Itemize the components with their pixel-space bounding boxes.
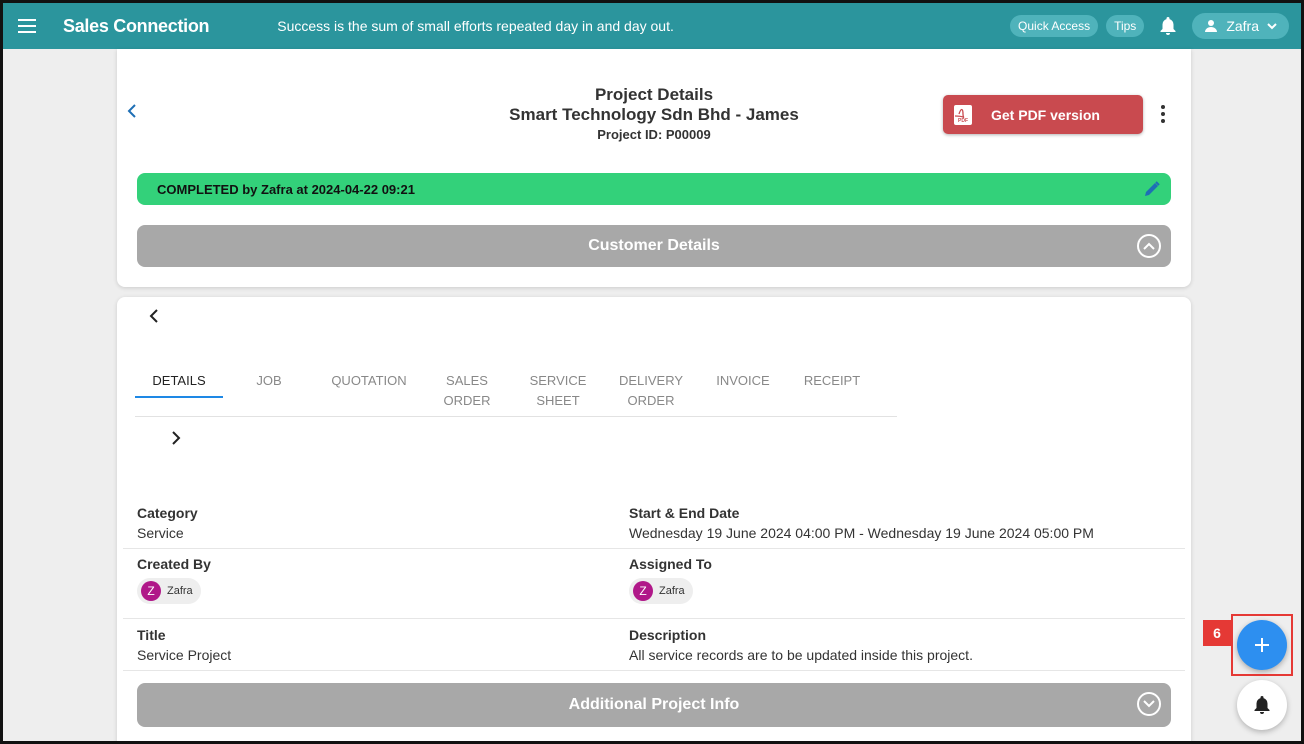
project-header: Project Details Smart Technology Sdn Bhd…	[417, 85, 891, 142]
assigned-to-label: Assigned To	[629, 556, 712, 572]
active-tab-indicator	[135, 396, 223, 398]
description-label: Description	[629, 627, 707, 643]
app-title[interactable]: Sales Connection	[63, 16, 210, 37]
page-title: Project Details	[594, 85, 714, 104]
edit-pencil-icon[interactable]	[1143, 180, 1161, 201]
details-row-people: Created By Z Zafra Assigned To Z Zafra	[123, 554, 1185, 619]
tab-invoice[interactable]: INVOICE	[711, 371, 775, 391]
category-value: Service	[137, 525, 184, 541]
additional-info-toggle[interactable]: Additional Project Info	[137, 683, 1171, 727]
description-field: Description All service records are to b…	[629, 625, 973, 665]
hamburger-menu-icon[interactable]	[7, 3, 47, 49]
chevron-down-icon	[1137, 692, 1161, 716]
status-text: COMPLETED by Zafra at 2024-04-22 09:21	[157, 181, 415, 197]
details-row-title: Title Service Project Description All se…	[123, 625, 1185, 671]
assigned-to-name: Zafra	[659, 585, 685, 597]
project-header-card: Project Details Smart Technology Sdn Bhd…	[117, 49, 1191, 287]
category-label: Category	[137, 505, 198, 521]
assigned-to-chip[interactable]: Z Zafra	[629, 578, 693, 604]
tabs-scroll-right-icon[interactable]	[171, 429, 181, 450]
user-menu-button[interactable]: Zafra	[1192, 13, 1289, 39]
app-window: Sales Connection Success is the sum of s…	[0, 0, 1304, 744]
created-by-field: Created By Z Zafra	[137, 554, 211, 604]
created-by-chip[interactable]: Z Zafra	[137, 578, 201, 604]
pdf-button-label: Get PDF version	[991, 106, 1100, 123]
customer-name: Smart Technology Sdn Bhd - James	[509, 105, 799, 124]
description-value: All service records are to be updated in…	[629, 647, 973, 663]
chevron-down-icon	[1267, 23, 1277, 30]
top-right-controls: Quick Access Tips Zafra	[1010, 13, 1289, 39]
tab-quotation[interactable]: QUOTATION	[321, 371, 417, 391]
get-pdf-button[interactable]: PDF Get PDF version	[943, 95, 1143, 134]
dates-field: Start & End Date Wednesday 19 June 2024 …	[629, 503, 1094, 543]
tab-delivery-order[interactable]: DELIVERY ORDER	[613, 371, 689, 411]
tab-job[interactable]: JOB	[243, 371, 295, 391]
user-name: Zafra	[1226, 18, 1259, 34]
notification-bell-icon[interactable]	[1156, 14, 1180, 38]
avatar: Z	[141, 581, 161, 601]
tab-receipt[interactable]: RECEIPT	[799, 371, 865, 391]
category-field: Category Service	[137, 503, 198, 543]
motto-text: Success is the sum of small efforts repe…	[277, 18, 674, 34]
status-banner: COMPLETED by Zafra at 2024-04-22 09:21	[137, 173, 1171, 205]
project-content-card: DETAILS JOB QUOTATION SALES ORDER SERVIC…	[117, 297, 1191, 741]
created-by-label: Created By	[137, 556, 211, 572]
assigned-to-field: Assigned To Z Zafra	[629, 554, 712, 604]
customer-details-label: Customer Details	[588, 237, 720, 254]
additional-info-label: Additional Project Info	[568, 696, 740, 713]
svg-text:PDF: PDF	[958, 118, 968, 124]
more-options-icon[interactable]	[1161, 105, 1165, 123]
tab-details[interactable]: DETAILS	[135, 371, 223, 391]
created-by-name: Zafra	[167, 585, 193, 597]
highlight-box	[1231, 614, 1293, 676]
notification-fab-button[interactable]	[1237, 680, 1287, 730]
dates-label: Start & End Date	[629, 505, 740, 521]
title-field: Title Service Project	[137, 625, 231, 665]
back-chevron-icon[interactable]	[127, 101, 137, 124]
dates-value: Wednesday 19 June 2024 04:00 PM - Wednes…	[629, 525, 1094, 541]
project-tabs: DETAILS JOB QUOTATION SALES ORDER SERVIC…	[135, 367, 897, 417]
quick-access-button[interactable]: Quick Access	[1010, 15, 1099, 37]
tabs-scroll-left-icon[interactable]	[149, 307, 159, 328]
title-value: Service Project	[137, 647, 232, 663]
top-bar: Sales Connection Success is the sum of s…	[3, 3, 1301, 49]
pdf-icon: PDF	[954, 104, 972, 125]
details-row-category: Category Service Start & End Date Wednes…	[123, 503, 1185, 549]
chevron-up-icon	[1137, 234, 1161, 258]
project-id: Project ID: P00009	[597, 127, 711, 142]
customer-details-toggle[interactable]: Customer Details	[137, 225, 1171, 267]
user-icon	[1205, 20, 1218, 32]
tips-button[interactable]: Tips	[1106, 15, 1145, 37]
bell-icon	[1254, 696, 1270, 714]
tab-service-sheet[interactable]: SERVICE SHEET	[523, 371, 593, 411]
title-label: Title	[137, 627, 166, 643]
annotation-badge: 6	[1203, 620, 1231, 646]
avatar: Z	[633, 581, 653, 601]
tab-sales-order[interactable]: SALES ORDER	[437, 371, 497, 411]
